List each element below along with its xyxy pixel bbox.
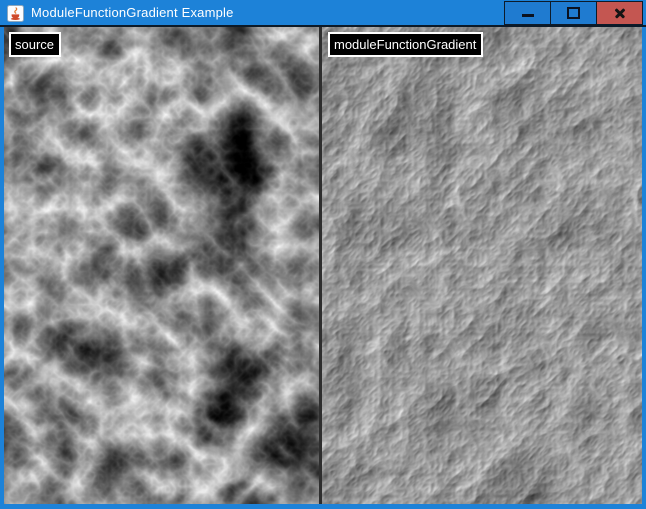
minimize-button[interactable]: [504, 1, 551, 25]
source-label: source: [9, 32, 61, 57]
maximize-button[interactable]: [550, 1, 597, 25]
close-button[interactable]: [596, 1, 643, 25]
gradient-label: moduleFunctionGradient: [328, 32, 483, 57]
source-noise-image: [4, 27, 319, 504]
source-pane: source: [4, 27, 319, 504]
close-icon: [614, 7, 626, 19]
window-title: ModuleFunctionGradient Example: [31, 0, 234, 25]
java-coffee-cup-icon: [7, 5, 24, 22]
gradient-pane: moduleFunctionGradient: [322, 27, 642, 504]
gradient-noise-image: [322, 27, 642, 504]
image-panels: source moduleFunctionGradient: [4, 27, 642, 504]
titlebar[interactable]: ModuleFunctionGradient Example: [0, 0, 646, 27]
app-window: ModuleFunctionGradient Example source mo…: [0, 0, 646, 509]
maximize-icon: [567, 7, 580, 19]
window-controls: [505, 1, 643, 25]
minimize-icon: [522, 14, 534, 17]
